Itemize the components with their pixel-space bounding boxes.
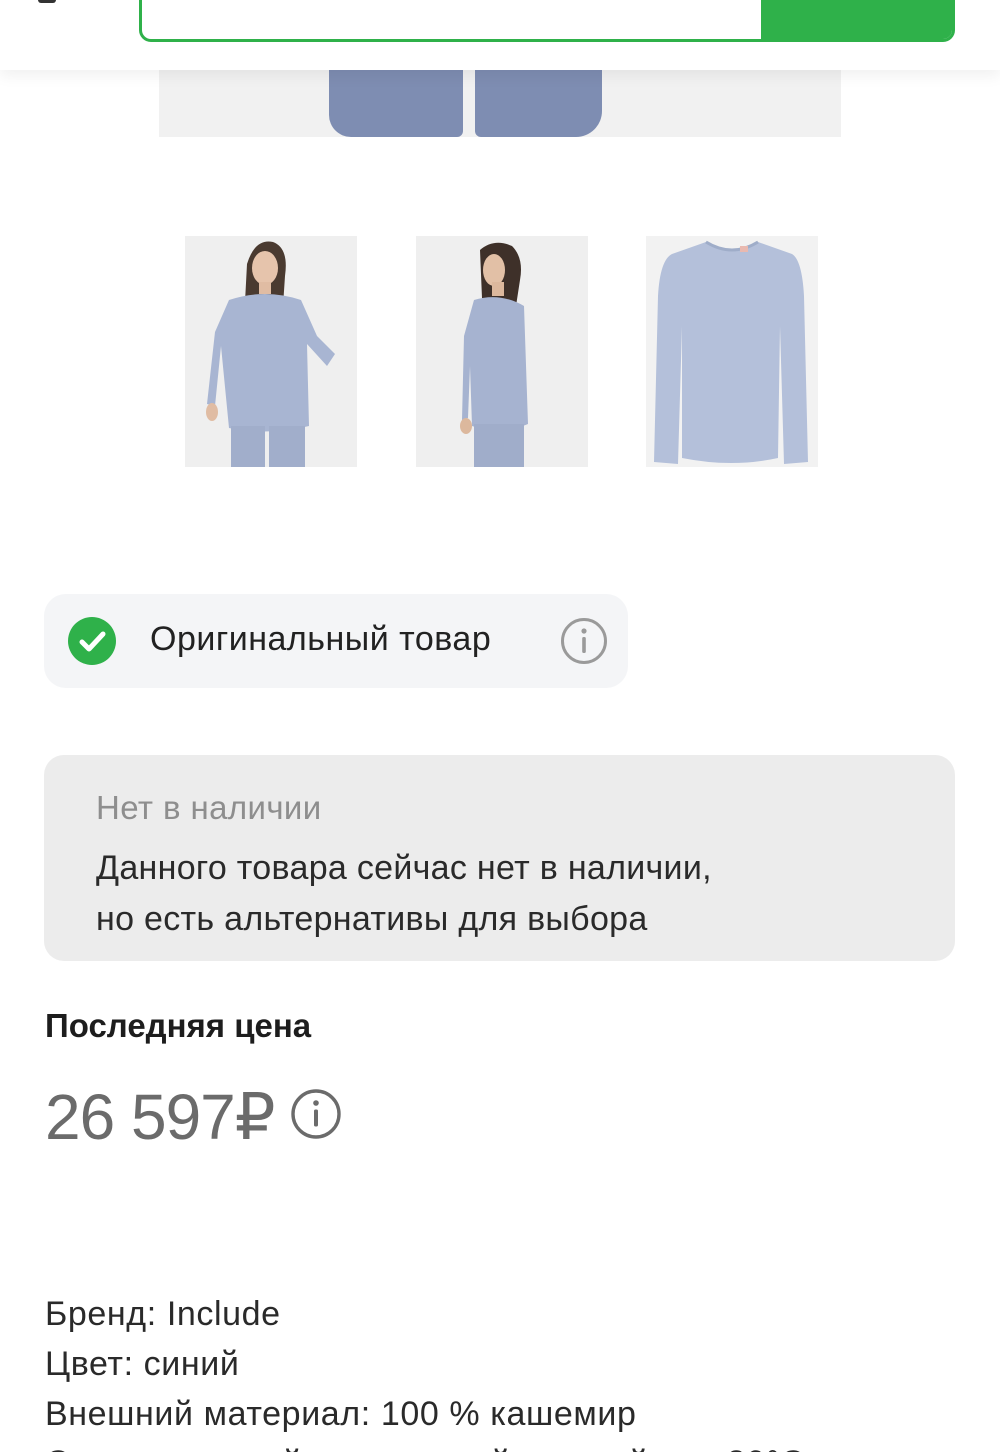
- price-info-icon[interactable]: [290, 1088, 342, 1140]
- spec-partial-line: Стирать ручной и машинной стиркой при 30…: [45, 1438, 805, 1452]
- product-specs: Бренд: Include Цвет: синий Внешний матер…: [45, 1289, 636, 1439]
- info-icon[interactable]: [560, 617, 608, 665]
- out-of-stock-title: Нет в наличии: [96, 789, 322, 826]
- price-value: 26 597₽: [45, 1081, 275, 1153]
- original-product-label: Оригинальный товар: [150, 620, 492, 658]
- out-of-stock-description: Данного товара сейчас нет в наличии, но …: [96, 843, 712, 945]
- thumbnail-flat[interactable]: [646, 236, 818, 467]
- spec-material: Внешний материал: 100 % кашемир: [45, 1395, 637, 1433]
- check-circle-icon: [68, 617, 116, 665]
- original-product-badge[interactable]: Оригинальный товар: [44, 594, 628, 688]
- back-icon[interactable]: [38, 0, 56, 3]
- spec-color: Цвет: синий: [45, 1345, 240, 1383]
- model-front-photo-icon: [185, 236, 357, 467]
- thumbnail-gallery: [0, 236, 1000, 467]
- thumbnail-front[interactable]: [185, 236, 357, 467]
- last-price-label: Последняя цена: [45, 1007, 312, 1044]
- out-of-stock-notice: Нет в наличии Данного товара сейчас нет …: [44, 755, 955, 961]
- search-button[interactable]: [761, 0, 952, 39]
- sweater-flat-photo-icon: [646, 236, 818, 467]
- out-of-stock-line-2: но есть альтернативы для выбора: [96, 900, 648, 938]
- out-of-stock-line-1: Данного товара сейчас нет в наличии,: [96, 849, 712, 887]
- spec-brand: Бренд: Include: [45, 1295, 281, 1333]
- thumbnail-side[interactable]: [416, 236, 588, 467]
- top-search-bar: [0, 0, 1000, 70]
- spec-care: Стирать ручной и машинной стиркой при 30…: [45, 1438, 805, 1452]
- model-side-photo-icon: [416, 236, 588, 467]
- search-input[interactable]: [139, 0, 955, 42]
